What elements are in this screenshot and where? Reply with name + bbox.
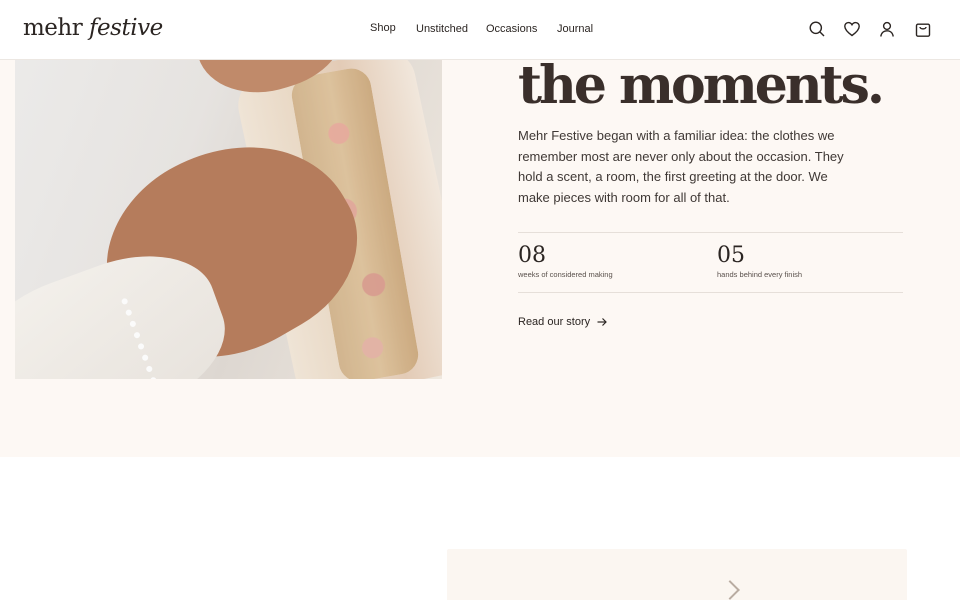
chevron-icon: [720, 580, 740, 600]
next-section-card: [447, 549, 907, 600]
stat-hands: 05 hands behind every finish: [717, 243, 802, 279]
nav-journal[interactable]: Journal: [557, 23, 593, 35]
search-icon[interactable]: [808, 20, 826, 38]
stat-number: 08: [518, 243, 546, 268]
read-our-story-label: Read our story: [518, 316, 591, 328]
next-section: [0, 457, 960, 600]
story-headline: the moments.: [518, 55, 885, 116]
nav-shop[interactable]: Shop: [370, 22, 396, 34]
bag-icon[interactable]: [914, 20, 932, 38]
story-body: Mehr Festive began with a familiar idea:…: [518, 128, 844, 205]
logo-part1: mehr: [23, 15, 90, 41]
stat-label: weeks of considered making: [518, 270, 613, 279]
stat-label: hands behind every finish: [717, 270, 803, 279]
nav-occasions[interactable]: Occasions: [486, 23, 537, 35]
stats-row: 08 weeks of considered making 05 hands b…: [518, 232, 903, 293]
brand-logo[interactable]: mehr festive: [23, 15, 163, 41]
story-section: the moments. Mehr Festive began with a f…: [0, 0, 960, 457]
stat-number: 05: [717, 243, 745, 268]
stat-weeks: 08 weeks of considered making: [518, 243, 613, 279]
nav-unstitched[interactable]: Unstitched: [416, 23, 468, 35]
read-our-story-link[interactable]: Read our story: [518, 316, 608, 328]
account-icon[interactable]: [878, 20, 896, 38]
arrow-right-icon: [596, 316, 608, 328]
site-header: mehr festive Shop Unstitched Occasions J…: [0, 0, 960, 60]
heart-icon[interactable]: [843, 20, 861, 38]
logo-part2: festive: [89, 15, 163, 41]
